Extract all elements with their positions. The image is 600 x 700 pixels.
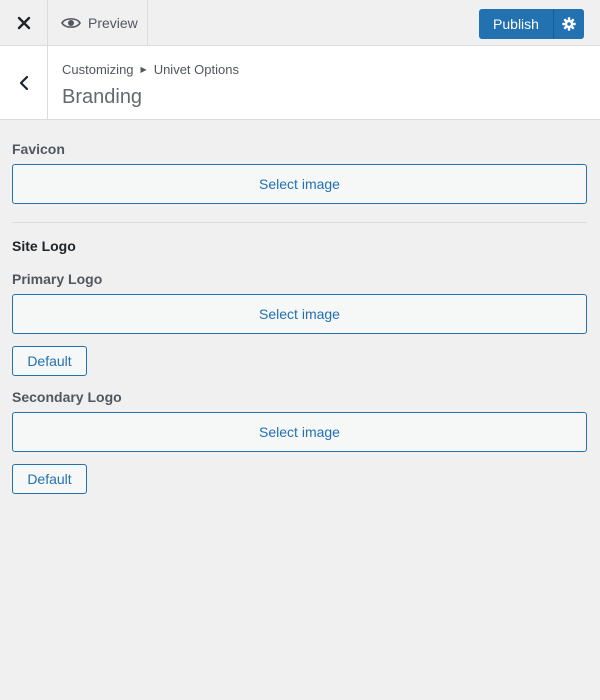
customizer-header: Preview Publish [0, 0, 600, 46]
back-button[interactable] [0, 46, 48, 119]
favicon-select-image-button[interactable]: Select image [12, 164, 587, 204]
preview-label: Preview [88, 14, 138, 31]
chevron-left-icon [19, 75, 28, 90]
eye-icon [61, 17, 81, 28]
breadcrumb-root: Customizing [62, 62, 134, 77]
close-icon [17, 16, 30, 29]
publish-settings-button[interactable] [554, 9, 584, 39]
primary-logo-default-button[interactable]: Default [12, 346, 87, 376]
secondary-logo-select-image-button[interactable]: Select image [12, 412, 587, 452]
section-header: Customizing ▶ Univet Options Branding [0, 46, 600, 120]
primary-logo-select-image-button[interactable]: Select image [12, 294, 587, 334]
site-logo-heading: Site Logo [12, 238, 76, 254]
secondary-logo-default-button[interactable]: Default [12, 464, 87, 494]
primary-logo-label: Primary Logo [12, 271, 103, 287]
secondary-logo-label: Secondary Logo [12, 389, 122, 405]
close-button[interactable] [0, 0, 48, 45]
publish-group: Publish [479, 9, 584, 39]
breadcrumb-parent: Univet Options [153, 62, 239, 77]
breadcrumb-separator-icon: ▶ [140, 65, 147, 74]
publish-button[interactable]: Publish [479, 9, 554, 39]
favicon-label: Favicon [12, 141, 65, 157]
divider [12, 222, 587, 223]
preview-button[interactable]: Preview [48, 0, 148, 45]
section-title: Branding [62, 86, 143, 108]
breadcrumb: Customizing ▶ Univet Options [62, 62, 239, 77]
gear-icon [562, 17, 576, 31]
